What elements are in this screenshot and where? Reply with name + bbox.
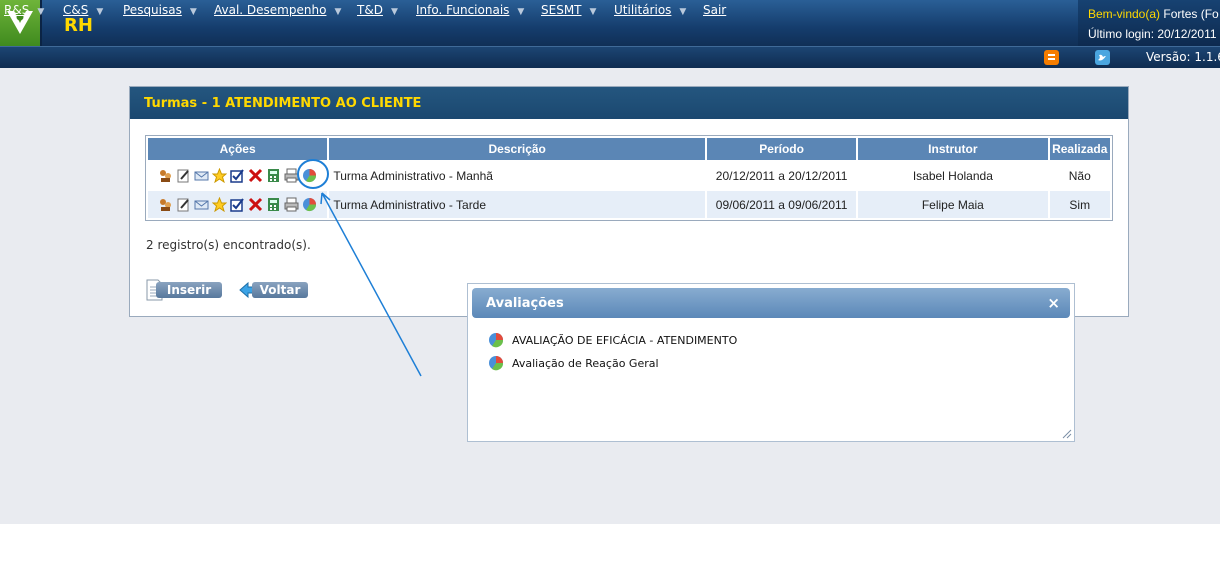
delete-icon[interactable]: [248, 197, 263, 212]
evaluation-chart-icon: [489, 356, 504, 371]
blogger-icon[interactable]: [1044, 50, 1059, 65]
participants-icon[interactable]: [158, 168, 173, 183]
insert-button-label: Inserir: [156, 282, 222, 298]
checkbox-icon[interactable]: [230, 197, 245, 212]
menu-item-utilitarios[interactable]: Utilitários ▼: [614, 3, 686, 17]
row-actions: [148, 191, 328, 218]
col-realizada[interactable]: Realizada: [1049, 138, 1110, 160]
participants-icon[interactable]: [158, 197, 173, 212]
col-periodo[interactable]: Período: [707, 138, 857, 160]
email-icon[interactable]: [194, 197, 209, 212]
welcome-prefix: Bem-vindo(a): [1088, 7, 1161, 21]
checkbox-icon[interactable]: [230, 168, 245, 183]
avaliacoes-dialog: Avaliações × AVALIAÇÃO DE EFICÁCIA - ATE…: [467, 283, 1075, 442]
panel-header: Turmas - 1 ATENDIMENTO AO CLIENTE: [130, 87, 1128, 119]
back-button[interactable]: Voltar: [238, 279, 310, 301]
evaluation-chart-icon[interactable]: [302, 168, 317, 183]
resize-handle-icon[interactable]: [1060, 427, 1072, 439]
edit-icon[interactable]: [176, 197, 191, 212]
table-row: Turma Administrativo - Tarde 09/06/2011 …: [148, 191, 1110, 218]
cell-instrutor: Felipe Maia: [858, 191, 1048, 218]
evaluation-chart-icon[interactable]: [302, 197, 317, 212]
cell-periodo: 09/06/2011 a 09/06/2011: [707, 191, 857, 218]
cell-realizada: Sim: [1049, 191, 1110, 218]
chevron-down-icon: ▼: [334, 7, 342, 17]
twitter-icon[interactable]: [1095, 50, 1110, 65]
table-row: Turma Administrativo - Manhã 20/12/2011 …: [148, 162, 1110, 189]
chevron-down-icon: ▼: [189, 7, 197, 17]
menu-item-td[interactable]: T&D ▼: [357, 3, 398, 17]
edit-icon[interactable]: [176, 168, 191, 183]
menu-item-sair[interactable]: Sair: [703, 3, 726, 17]
cell-periodo: 20/12/2011 a 20/12/2011: [715, 168, 848, 183]
chevron-down-icon: ▼: [390, 7, 398, 17]
chevron-down-icon: ▼: [589, 7, 597, 17]
menu-label: C&S: [63, 3, 89, 17]
menu-label: R&S: [4, 3, 30, 17]
print-icon[interactable]: [284, 197, 299, 212]
menu-label: Pesquisas: [123, 3, 182, 17]
dialog-titlebar[interactable]: Avaliações ×: [472, 288, 1070, 318]
menu-label: Sair: [703, 3, 727, 17]
menu-item-pesquisas[interactable]: Pesquisas ▼: [123, 3, 197, 17]
star-icon[interactable]: [211, 167, 228, 184]
calculator-icon[interactable]: [266, 168, 281, 183]
menu-label: T&D: [357, 3, 383, 17]
email-icon[interactable]: [194, 168, 209, 183]
dialog-item[interactable]: Avaliação de Reação Geral: [488, 355, 659, 371]
record-count: 2 registro(s) encontrado(s).: [146, 238, 311, 252]
insert-button[interactable]: Inserir: [146, 279, 224, 301]
col-instrutor[interactable]: Instrutor: [858, 138, 1048, 160]
cell-realizada: Não: [1068, 168, 1091, 183]
last-login: Último login: 20/12/2011: [1088, 27, 1217, 41]
star-icon[interactable]: [211, 196, 228, 213]
dialog-title: Avaliações: [486, 296, 564, 311]
dialog-item-label: AVALIAÇÃO DE EFICÁCIA - ATENDIMENTO: [512, 333, 738, 347]
cell-instrutor: Isabel Holanda: [912, 168, 993, 183]
delete-icon[interactable]: [248, 168, 263, 183]
back-button-label: Voltar: [252, 282, 308, 298]
welcome-user: Fortes (Fo: [1163, 7, 1219, 21]
chevron-down-icon: ▼: [37, 7, 45, 17]
chevron-down-icon: ▼: [517, 7, 525, 17]
table-header-row: Ações Descrição Período Instrutor Realiz…: [148, 138, 1110, 160]
close-icon[interactable]: ×: [1047, 294, 1060, 312]
panel-title: Turmas - 1 ATENDIMENTO AO CLIENTE: [144, 96, 422, 111]
menu-item-cs[interactable]: C&S ▼: [63, 3, 103, 17]
menu-label: Info. Funcionais: [416, 3, 510, 17]
menu-label: Aval. Desempenho: [214, 3, 327, 17]
print-icon[interactable]: [284, 168, 299, 183]
menu-label: SESMT: [541, 3, 582, 17]
cell-descricao: Turma Administrativo - Tarde: [329, 191, 706, 218]
dialog-item-label: Avaliação de Reação Geral: [512, 356, 659, 370]
menu-bar: [0, 46, 1220, 69]
calculator-icon[interactable]: [266, 197, 281, 212]
app-title: RH: [64, 15, 93, 36]
menu-item-aval-desempenho[interactable]: Aval. Desempenho ▼: [214, 3, 341, 17]
evaluation-chart-icon: [489, 333, 504, 348]
chevron-down-icon: ▼: [679, 7, 687, 17]
menu-item-rs[interactable]: R&S ▼: [4, 3, 44, 17]
col-descricao[interactable]: Descrição: [329, 138, 706, 160]
chevron-down-icon: ▼: [96, 7, 104, 17]
dialog-item[interactable]: AVALIAÇÃO DE EFICÁCIA - ATENDIMENTO: [488, 332, 737, 348]
welcome-text: Bem-vindo(a) Fortes (Fo: [1088, 7, 1219, 21]
menu-item-sesmt[interactable]: SESMT ▼: [541, 3, 596, 17]
menu-label: Utilitários: [614, 3, 672, 17]
menu-item-info-funcionais[interactable]: Info. Funcionais ▼: [416, 3, 524, 17]
row-actions: [148, 162, 327, 189]
version-label: Versão: 1.1.6: [1146, 50, 1220, 64]
turmas-table: Ações Descrição Período Instrutor Realiz…: [145, 135, 1113, 221]
cell-descricao: Turma Administrativo - Manhã: [333, 168, 493, 183]
col-acoes: Ações: [148, 138, 328, 160]
